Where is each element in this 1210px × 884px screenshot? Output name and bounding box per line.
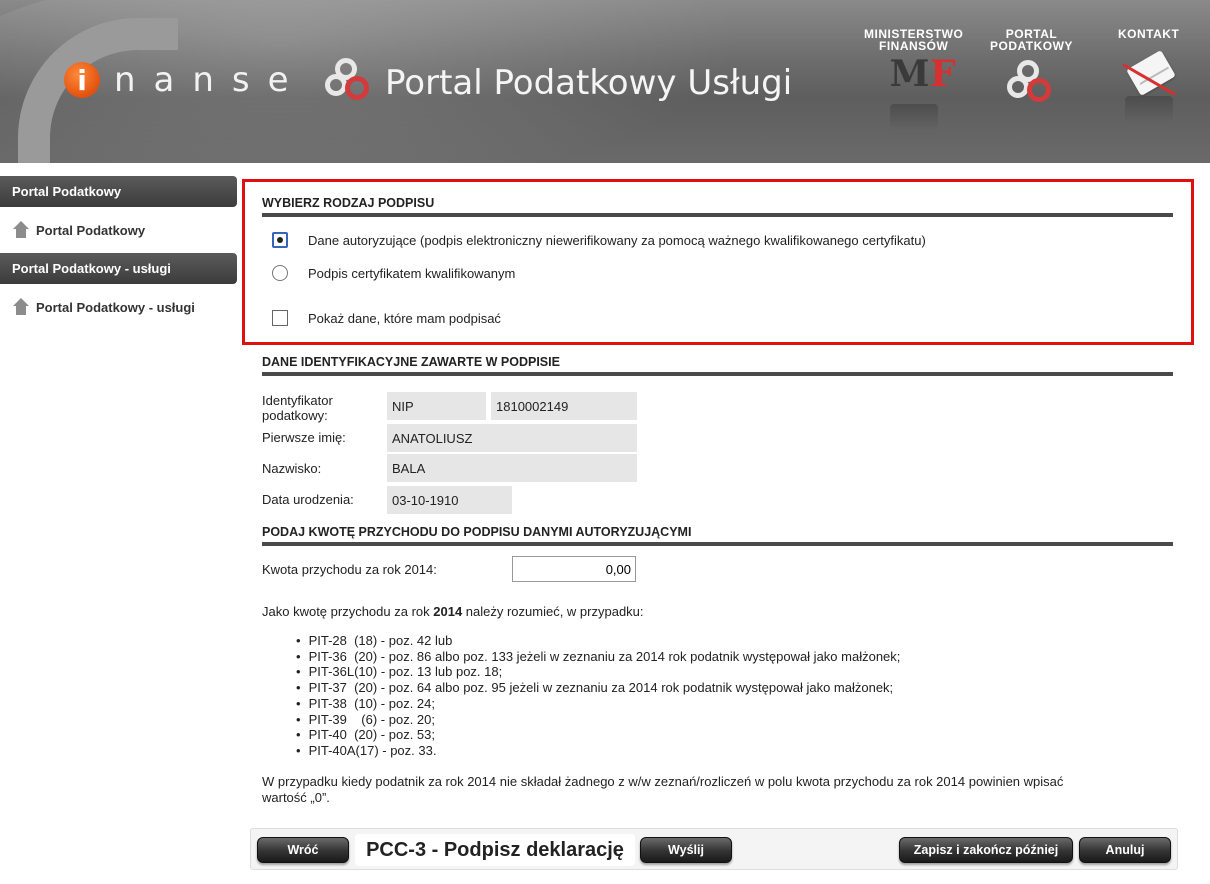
show-data-label: Pokaż dane, które mam podpisać bbox=[308, 310, 501, 326]
note-line1: W przypadku kiedy podatnik za rok 2014 n… bbox=[262, 774, 1064, 789]
cancel-button[interactable]: Anuluj bbox=[1079, 837, 1171, 863]
last-name-field: BALA bbox=[387, 454, 637, 482]
birth-date-field: 03-10-1910 bbox=[387, 486, 512, 514]
sidebar-item-label: Portal Podatkowy bbox=[36, 222, 146, 238]
home-icon bbox=[12, 298, 30, 316]
pit-form-list: PIT-28 (18) - poz. 42 lub PIT-36 (20) - … bbox=[296, 633, 901, 759]
income-intro-before: Jako kwotę przychodu za rok bbox=[262, 604, 434, 619]
tax-id-label: Identyfikator podatkowy: bbox=[262, 393, 333, 423]
section-divider bbox=[262, 372, 1173, 376]
list-item: PIT-39 (6) - poz. 20; bbox=[296, 712, 900, 728]
income-intro: Jako kwotę przychodu za rok 2014 należy … bbox=[262, 604, 644, 619]
option-auth-label: Dane autoryzujące (podpis elektroniczny … bbox=[308, 232, 926, 248]
save-later-button[interactable]: Zapisz i zakończ później bbox=[899, 837, 1073, 863]
sidebar-item-portal-uslugi[interactable]: Portal Podatkowy - usługi bbox=[0, 284, 237, 330]
mf-label-line2: FINANSÓW bbox=[879, 39, 949, 53]
option-dane-autoryzujace[interactable]: Dane autoryzujące (podpis elektroniczny … bbox=[272, 232, 926, 248]
first-name-label: Pierwsze imię: bbox=[262, 430, 346, 445]
list-item: PIT-37 (20) - poz. 64 albo poz. 95 jeżel… bbox=[296, 680, 900, 696]
amount-input[interactable] bbox=[512, 556, 636, 582]
option-podpis-certyfikatem[interactable]: Podpis certyfikatem kwalifikowanym bbox=[272, 265, 515, 281]
portal-logo[interactable]: Portal Podatkowy Usługi bbox=[325, 58, 792, 108]
list-item: PIT-28 (18) - poz. 42 lub bbox=[296, 633, 900, 649]
note-line2: wartość „0”. bbox=[262, 790, 330, 805]
income-intro-year: 2014 bbox=[433, 604, 463, 619]
zero-income-note: W przypadku kiedy podatnik za rok 2014 n… bbox=[262, 774, 1063, 806]
action-bar: Wróć PCC-3 - Podpisz deklarację Wyślij Z… bbox=[250, 828, 1178, 870]
sidebar-item-portal-podatkowy[interactable]: Portal Podatkowy bbox=[0, 207, 237, 253]
identity-section-title: DANE IDENTYFIKACYJNE ZAWARTE W PODPISIE bbox=[262, 355, 560, 369]
site-header: i nanse Portal Podatkowy Usługi MINISTER… bbox=[0, 0, 1210, 163]
contact-label: KONTAKT bbox=[1118, 27, 1180, 41]
last-name-label: Nazwisko: bbox=[262, 461, 322, 476]
portal-title: Portal Podatkowy Usługi bbox=[385, 63, 793, 103]
sidebar-heading-portal: Portal Podatkowy bbox=[0, 176, 237, 207]
tax-id-value-field: 1810002149 bbox=[491, 392, 637, 420]
amount-label: Kwota przychodu za rok 2014: bbox=[262, 562, 437, 577]
list-item: PIT-40A(17) - poz. 33. bbox=[296, 743, 900, 759]
portal-knot-icon bbox=[325, 58, 373, 108]
link-portal-podatkowy[interactable]: PORTAL PODATKOWY bbox=[990, 28, 1073, 132]
birth-date-label: Data urodzenia: bbox=[262, 492, 354, 507]
back-button[interactable]: Wróć bbox=[257, 837, 349, 863]
radio-auth-data[interactable] bbox=[272, 232, 288, 248]
list-item: PIT-38 (10) - poz. 24; bbox=[296, 696, 900, 712]
finanse-logo[interactable]: i nanse bbox=[64, 60, 307, 100]
ministry-logo-icon: MF bbox=[884, 56, 956, 132]
tax-id-label-line1: Identyfikator bbox=[262, 393, 333, 408]
option-cert-label: Podpis certyfikatem kwalifikowanym bbox=[308, 265, 516, 281]
sidebar-item-label: Portal Podatkowy - usługi bbox=[36, 299, 195, 315]
income-section-title: PODAJ KWOTĘ PRZYCHODU DO PODPISU DANYMI … bbox=[262, 525, 692, 539]
signature-section-title: WYBIERZ RODZAJ PODPISU bbox=[262, 196, 435, 210]
finanse-logo-i: i bbox=[64, 62, 100, 98]
envelope-icon bbox=[1119, 50, 1179, 124]
form-title: PCC-3 - Podpisz deklarację bbox=[355, 834, 635, 866]
tax-id-type-field: NIP bbox=[387, 392, 486, 420]
section-divider bbox=[262, 213, 1173, 217]
list-item: PIT-40 (20) - poz. 53; bbox=[296, 727, 900, 743]
list-item: PIT-36 (20) - poz. 86 albo poz. 133 jeże… bbox=[296, 649, 901, 665]
link-kontakt[interactable]: KONTAKT bbox=[1118, 28, 1179, 124]
sidebar: Portal Podatkowy Portal Podatkowy Portal… bbox=[0, 176, 237, 330]
income-intro-after: należy rozumieć, w przypadku: bbox=[462, 604, 644, 619]
finanse-logo-text: nanse bbox=[114, 60, 307, 100]
option-show-data[interactable]: Pokaż dane, które mam podpisać bbox=[272, 310, 501, 326]
radio-qualified-cert[interactable] bbox=[272, 265, 288, 281]
send-button[interactable]: Wyślij bbox=[640, 837, 732, 863]
checkbox-show-data[interactable] bbox=[272, 310, 288, 326]
portal-knot-icon-small bbox=[1001, 60, 1061, 132]
tax-id-label-line2: podatkowy: bbox=[262, 408, 328, 423]
section-divider bbox=[262, 542, 1173, 546]
pp-label-line2: PODATKOWY bbox=[990, 39, 1073, 53]
first-name-field: ANATOLIUSZ bbox=[387, 424, 637, 452]
list-item: PIT-36L(10) - poz. 13 lub poz. 18; bbox=[296, 664, 900, 680]
home-icon bbox=[12, 221, 30, 239]
sidebar-heading-uslugi: Portal Podatkowy - usługi bbox=[0, 253, 237, 284]
link-ministerstwo-finansow[interactable]: MINISTERSTWO FINANSÓW MF bbox=[864, 28, 963, 132]
